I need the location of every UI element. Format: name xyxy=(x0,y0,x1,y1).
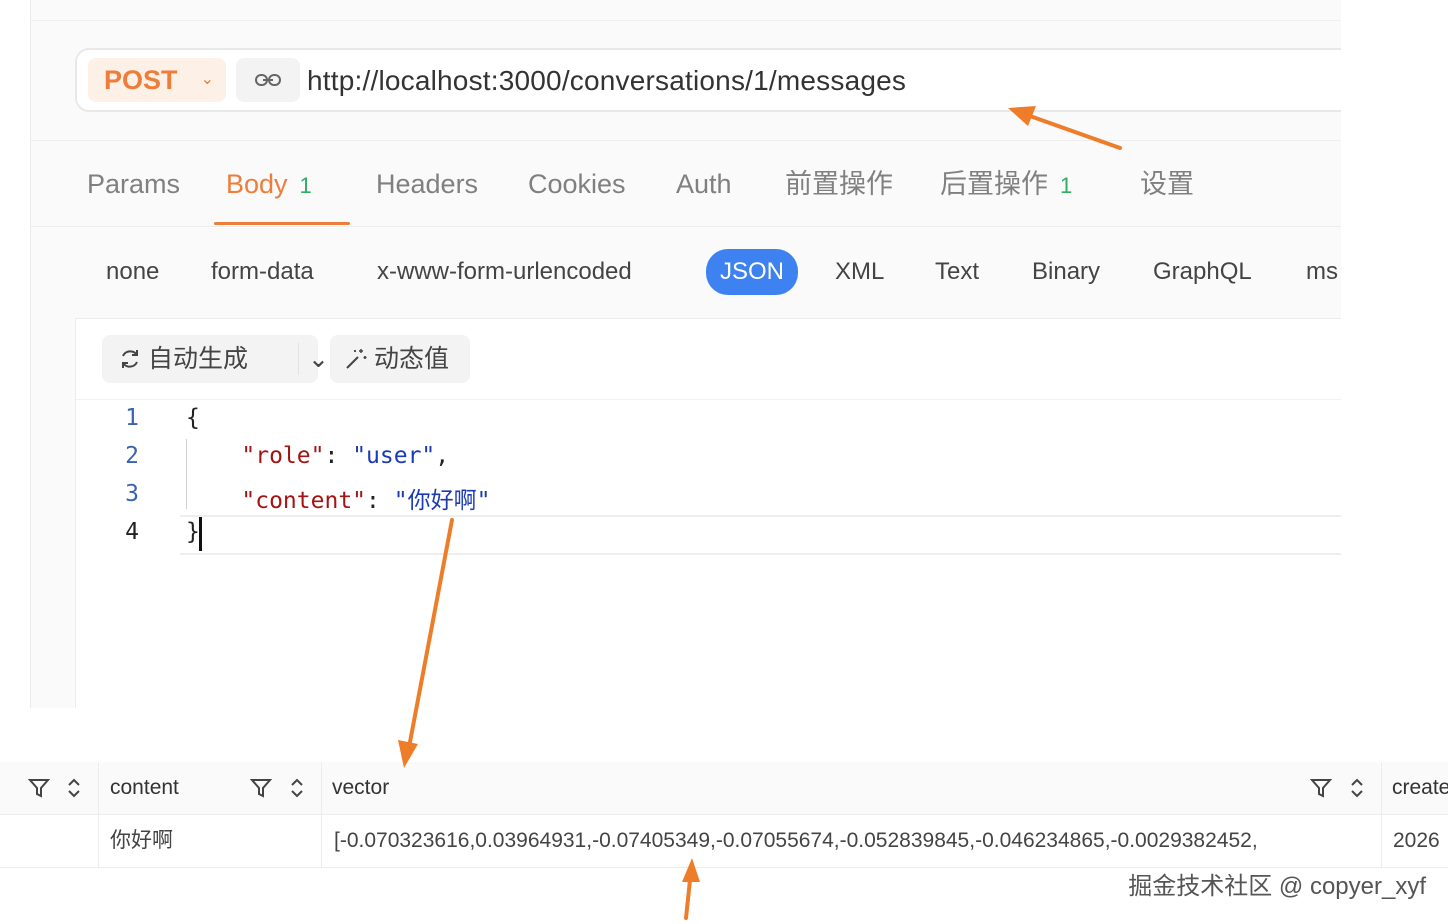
column-header-created[interactable]: create xyxy=(1392,762,1448,814)
code-line[interactable]: "role": "user", xyxy=(186,443,449,469)
url-bar: POST ⌄ http://localhost:3000/conversatio… xyxy=(75,48,1341,112)
body-type-form-data[interactable]: form-data xyxy=(211,254,314,290)
link-icon-button[interactable] xyxy=(236,58,300,102)
json-value: "你好啊" xyxy=(393,488,491,514)
body-type-none[interactable]: none xyxy=(106,254,159,290)
body-type-graphql[interactable]: GraphQL xyxy=(1153,254,1252,290)
code-token: : xyxy=(324,443,353,469)
table-row[interactable]: 你好啊 [-0.070323616,0.03964931,-0.07405349… xyxy=(0,815,1448,868)
refresh-icon xyxy=(122,350,138,368)
link-icon xyxy=(255,74,281,86)
active-tab-indicator xyxy=(214,222,350,225)
url-divider xyxy=(31,140,1341,141)
cell-vector[interactable]: [-0.070323616,0.03964931,-0.07405349,-0.… xyxy=(334,815,1378,867)
top-divider xyxy=(31,20,1341,21)
line-number: 1 xyxy=(125,405,139,431)
json-value: "user" xyxy=(352,443,436,469)
api-request-panel: POST ⌄ http://localhost:3000/conversatio… xyxy=(30,0,1341,708)
json-key: "role" xyxy=(241,443,325,469)
code-token: { xyxy=(186,405,200,431)
tab-headers[interactable]: Headers xyxy=(376,164,478,204)
method-label: POST xyxy=(104,65,178,95)
url-input[interactable]: http://localhost:3000/conversations/1/me… xyxy=(307,50,906,112)
body-type-msgpack[interactable]: ms xyxy=(1306,254,1338,290)
body-type-xml[interactable]: XML xyxy=(835,254,884,290)
sort-icon[interactable] xyxy=(1349,776,1365,800)
cell-content[interactable]: 你好啊 xyxy=(110,815,173,867)
method-select[interactable]: POST ⌄ xyxy=(88,58,226,102)
current-line-highlight xyxy=(180,515,1341,555)
line-number: 3 xyxy=(125,481,139,507)
code-line[interactable]: "content": "你好啊" xyxy=(186,481,490,515)
body-type-binary[interactable]: Binary xyxy=(1032,254,1100,290)
table-header: content vector create xyxy=(0,762,1448,815)
body-type-text[interactable]: Text xyxy=(935,254,979,290)
filter-icon[interactable] xyxy=(250,777,272,799)
body-type-json[interactable]: JSON xyxy=(706,249,799,295)
filter-icon[interactable] xyxy=(1310,777,1332,799)
button-divider xyxy=(298,343,299,375)
tab-label: Params xyxy=(87,169,181,199)
tab-cookies[interactable]: Cookies xyxy=(528,164,626,204)
tabs-divider xyxy=(31,226,1341,227)
tab-settings[interactable]: 设置 xyxy=(1140,164,1194,204)
auto-generate-label: 自动生成 xyxy=(148,345,249,373)
auto-generate-button[interactable]: 自动生成 ⌄ xyxy=(102,335,329,383)
code-token: } xyxy=(186,519,200,545)
dynamic-value-label: 动态值 xyxy=(374,345,450,373)
tab-post-processors[interactable]: 后置操作 1 xyxy=(940,164,1072,206)
tab-label: 前置操作 xyxy=(785,169,893,199)
column-header-content[interactable]: content xyxy=(110,762,179,814)
body-type-urlencoded[interactable]: x-www-form-urlencoded xyxy=(377,254,632,290)
tab-auth[interactable]: Auth xyxy=(676,164,732,204)
tab-body[interactable]: Body 1 xyxy=(226,164,312,206)
chevron-down-icon[interactable]: ⌄ xyxy=(308,335,329,383)
line-number: 2 xyxy=(125,443,139,469)
sort-icon[interactable] xyxy=(66,776,82,800)
json-editor: 自动生成 ⌄ 动态值 1 2 3 4 { "role": "user", "co… xyxy=(75,318,1341,708)
tab-label: Body xyxy=(226,169,288,199)
chevron-down-icon: ⌄ xyxy=(200,71,214,88)
magic-wand-icon xyxy=(346,349,367,369)
json-key: "content" xyxy=(241,488,367,514)
code-token: , xyxy=(435,443,450,469)
tab-pre-processors[interactable]: 前置操作 xyxy=(785,164,893,204)
tab-label: Headers xyxy=(376,169,479,199)
watermark: 掘金技术社区 @ copyer_xyf xyxy=(1128,873,1426,900)
tab-badge: 1 xyxy=(1060,173,1073,198)
text-caret xyxy=(199,517,202,551)
cell-created[interactable]: 2026 xyxy=(1393,815,1440,867)
line-number: 4 xyxy=(125,519,139,545)
code-token: : xyxy=(366,488,394,514)
tab-label: 后置操作 xyxy=(940,169,1048,199)
toolbar-divider xyxy=(76,399,1341,400)
tab-label: Auth xyxy=(676,169,732,199)
code-line[interactable]: } xyxy=(186,519,200,545)
tab-label: Cookies xyxy=(528,169,626,199)
dynamic-value-button[interactable]: 动态值 xyxy=(330,335,470,383)
tab-label: 设置 xyxy=(1140,169,1194,199)
tab-badge: 1 xyxy=(299,173,312,198)
column-header-vector[interactable]: vector xyxy=(332,762,389,814)
filter-icon[interactable] xyxy=(28,777,50,799)
code-line[interactable]: { xyxy=(186,405,200,431)
tab-params[interactable]: Params xyxy=(87,164,180,204)
sort-icon[interactable] xyxy=(289,776,305,800)
